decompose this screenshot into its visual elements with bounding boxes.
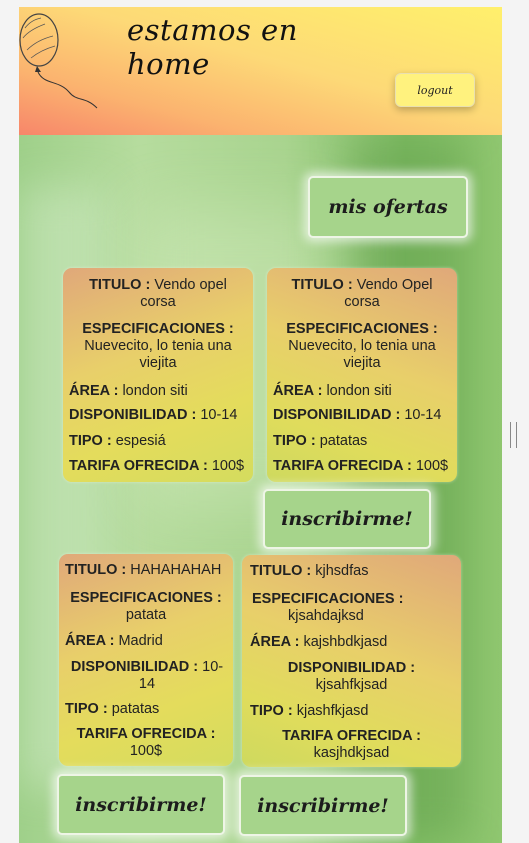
offer-rate: TARIFA OFRECIDA : 100$ bbox=[273, 458, 449, 474]
subscribe-button[interactable]: inscribirme! bbox=[239, 775, 407, 836]
balloon-icon bbox=[19, 13, 98, 109]
page-background: estamos en home logout mis ofertas TITUL… bbox=[19, 7, 502, 843]
offer-title: TITULO : HAHAHAHAH bbox=[65, 562, 222, 578]
subscribe-button[interactable]: inscribirme! bbox=[57, 774, 225, 835]
subscribe-button[interactable]: inscribirme! bbox=[263, 489, 431, 549]
offer-type: TIPO : espesiá bbox=[69, 433, 166, 449]
offer-rate: TARIFA OFRECIDA :100$ bbox=[76, 726, 216, 759]
offer-availability: DISPONIBILIDAD : 10-14 bbox=[273, 407, 442, 423]
offer-rate: TARIFA OFRECIDA : kasjhdkjsad bbox=[282, 728, 421, 761]
offer-specs: ESPECIFICACIONES : patata bbox=[70, 590, 222, 623]
offer-card: TITULO : kjhsdfas ESPECIFICACIONES : kjsa… bbox=[242, 555, 461, 767]
offer-card: TITULO : Vendo Opel corsa ESPECIFICACION… bbox=[267, 268, 457, 482]
header: estamos en home logout bbox=[19, 7, 502, 135]
offer-area: ÁREA : london siti bbox=[69, 383, 188, 399]
offer-card: TITULO : HAHAHAHAH ESPECIFICACIONES : pat… bbox=[59, 554, 233, 766]
offer-type: TIPO : patatas bbox=[273, 433, 368, 449]
offer-specs: ESPECIFICACIONES : kjsahdajksd bbox=[252, 591, 404, 624]
offer-type: TIPO : kjashfkjasd bbox=[250, 703, 369, 719]
offer-area: ÁREA : london siti bbox=[273, 383, 392, 399]
offer-area: ÁREA : Madrid bbox=[65, 633, 163, 649]
offer-specs: ESPECIFICACIONES : Nuevecito, lo tenia un… bbox=[286, 321, 438, 371]
offer-title: TITULO : kjhsdfas bbox=[250, 563, 369, 579]
offer-type: TIPO : patatas bbox=[65, 701, 160, 717]
offer-specs: ESPECIFICACIONES : Nuevecito, lo tenia un… bbox=[82, 321, 234, 371]
offer-availability: DISPONIBILIDAD : 10-14 bbox=[70, 659, 224, 692]
offer-availability: DISPONIBILIDAD : 10-14 bbox=[69, 407, 238, 423]
logout-button[interactable]: logout bbox=[395, 73, 475, 107]
offer-availability: DISPONIBILIDAD : kjsahfkjsad bbox=[287, 660, 416, 693]
my-offers-button[interactable]: mis ofertas bbox=[308, 176, 468, 238]
site-title: estamos en home bbox=[127, 13, 298, 81]
resize-handle[interactable] bbox=[510, 422, 517, 448]
offer-title: TITULO : Vendo Opel corsa bbox=[291, 277, 433, 310]
offer-title: TITULO : Vendo opel corsa bbox=[89, 277, 227, 310]
offer-rate: TARIFA OFRECIDA : 100$ bbox=[69, 458, 245, 474]
offer-card: TITULO : Vendo opel corsa ESPECIFICACION… bbox=[63, 268, 253, 482]
offer-area: ÁREA : kajshbdkjasd bbox=[250, 634, 388, 650]
